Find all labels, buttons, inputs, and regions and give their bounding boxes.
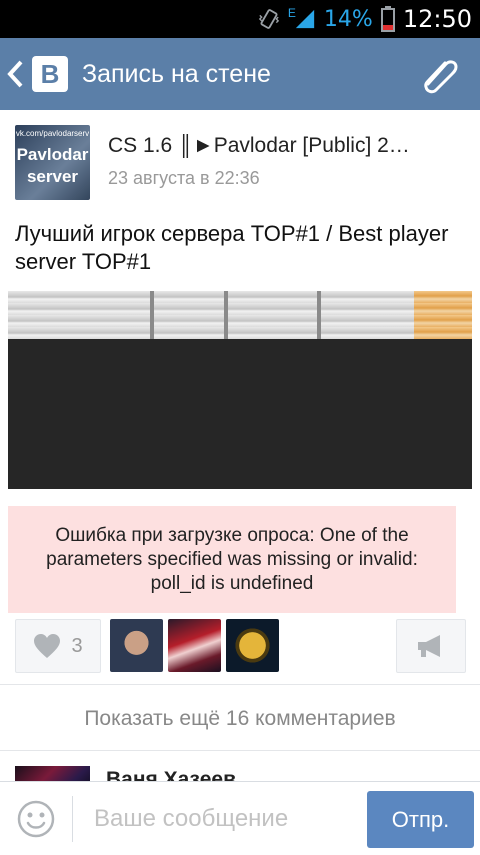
image-divider xyxy=(224,291,228,339)
avatar-caption: vk.com/pavlodarserv xyxy=(15,129,90,138)
back-button[interactable] xyxy=(4,38,26,110)
composer-separator xyxy=(72,796,73,842)
post-author[interactable]: CS 1.6 ║►Pavlodar [Public] 2… xyxy=(108,134,438,158)
share-button[interactable] xyxy=(396,619,466,673)
emoji-icon[interactable] xyxy=(17,800,55,838)
poll-error-text: Ошибка при загрузке опроса: One of the p… xyxy=(46,524,418,594)
liker-avatar[interactable] xyxy=(226,619,279,672)
avatar-name: Pavlodar server xyxy=(16,145,89,186)
comment-author[interactable]: Ваня Хазеев xyxy=(106,768,236,782)
liker-avatar[interactable] xyxy=(110,619,163,672)
vibrate-icon xyxy=(258,9,280,29)
image-divider xyxy=(150,291,154,339)
vk-logo[interactable]: В xyxy=(32,56,68,92)
image-divider xyxy=(317,291,321,339)
megaphone-icon xyxy=(418,635,440,657)
post-text: Лучший игрок сервера TOP#1 / Best player… xyxy=(15,221,449,274)
status-bar: E 14% 12:50 xyxy=(0,0,480,38)
app-header: В Запись на стене xyxy=(0,38,480,110)
battery-icon xyxy=(380,6,395,32)
divider xyxy=(0,684,480,685)
image-stripes xyxy=(8,291,472,339)
show-more-comments[interactable]: Показать ещё 16 комментариев xyxy=(0,688,480,750)
signal-icon xyxy=(295,9,315,29)
post-date: 23 августа в 22:36 xyxy=(108,168,260,188)
paperclip-icon[interactable] xyxy=(418,54,462,94)
heart-icon xyxy=(34,634,61,658)
battery-percent: 14% xyxy=(323,6,373,32)
post-header: vk.com/pavlodarserv Pavlodar server CS 1… xyxy=(0,110,480,210)
chevron-left-icon xyxy=(7,60,23,88)
page-title: Запись на стене xyxy=(82,59,271,88)
clock: 12:50 xyxy=(402,5,472,33)
like-button[interactable]: 3 xyxy=(15,619,101,673)
send-button[interactable]: Отпр. xyxy=(367,791,474,848)
author-avatar[interactable]: vk.com/pavlodarserv Pavlodar server xyxy=(15,125,90,200)
liker-avatar[interactable] xyxy=(168,619,221,672)
message-input[interactable] xyxy=(94,804,354,834)
image-highlight xyxy=(414,291,472,339)
message-composer: Отпр. xyxy=(0,781,480,855)
poll-error-box: Ошибка при загрузке опроса: One of the p… xyxy=(8,506,456,613)
divider xyxy=(0,750,480,751)
like-count: 3 xyxy=(71,634,83,657)
post-image[interactable] xyxy=(8,291,472,489)
